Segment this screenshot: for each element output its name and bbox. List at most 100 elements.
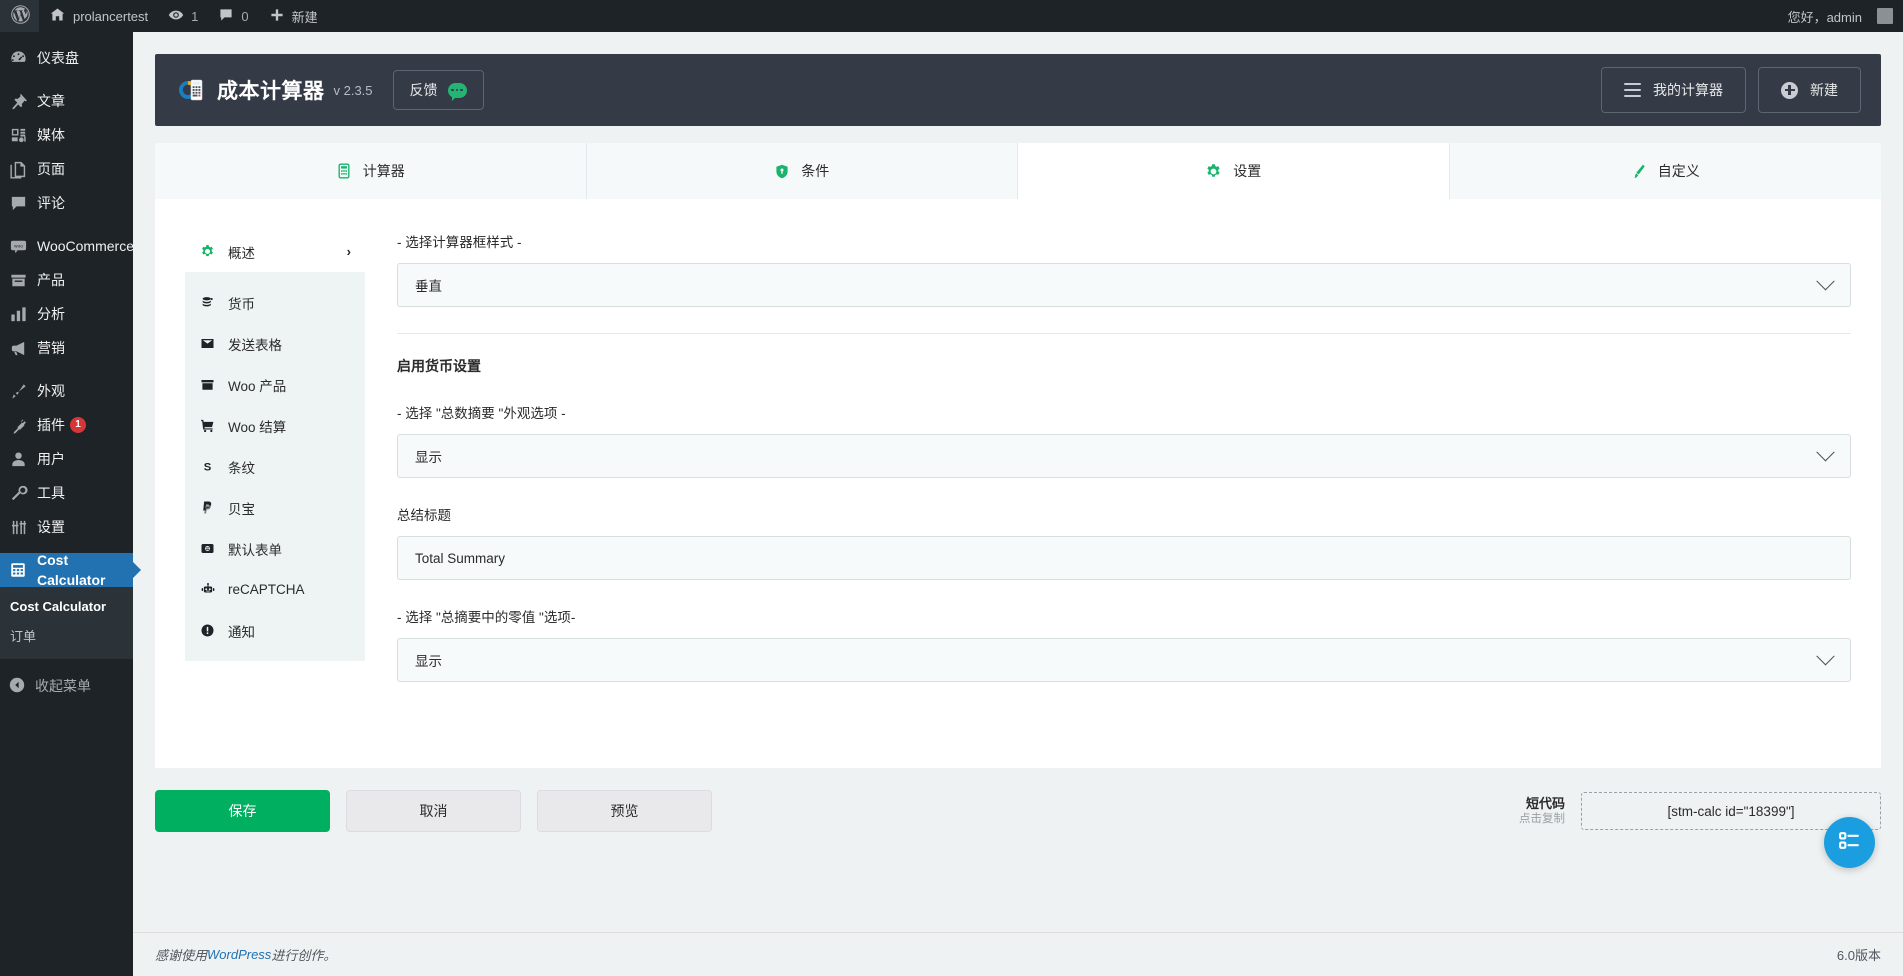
hamburger-icon [1624,82,1641,98]
zero-values-label: - 选择 "总摘要中的零值 "选项- [397,610,576,625]
sidebar-item-products[interactable]: 产品 [0,263,133,297]
menu-spacer-2 [0,220,133,229]
sidebar-label: 工具 [37,485,65,501]
new-calculator-label: 新建 [1810,82,1838,98]
sidebar-item-users[interactable]: 用户 [0,442,133,476]
sidebar-item-settings[interactable]: 设置 [0,510,133,544]
sidebar-item-appearance[interactable]: 外观 [0,374,133,408]
tab-conditions[interactable]: 条件 [586,143,1018,199]
settings-nav-item-send-form[interactable]: 发送表格 [185,323,365,364]
comments-button[interactable]: 0 [208,0,258,32]
shortcode-hint: 点击复制 [1519,812,1565,825]
shortcode-area: 短代码 点击复制 [stm-calc id="18399"] [1519,792,1881,830]
settings-nav-item-overview[interactable]: 概述 › [185,231,365,272]
feedback-button[interactable]: 反馈 [392,70,484,110]
envelope-icon [199,336,216,351]
cancel-button[interactable]: 取消 [346,790,521,832]
shortcode-labels: 短代码 点击复制 [1519,796,1565,827]
settings-nav-item-notifications[interactable]: 通知 [185,610,365,651]
sidebar-item-cost-calculator[interactable]: Cost Calculator [0,552,141,588]
paypal-icon [199,500,216,515]
dashboard-icon [8,48,28,68]
settings-nav-sublist: 货币 发送表格 Woo 产品 Woo 结算 S 条纹 贝宝 默认表单 reCAP… [185,272,365,661]
settings-nav-item-woo-checkout[interactable]: Woo 结算 [185,405,365,446]
updates-button[interactable]: 1 [158,0,208,32]
settings-nav-label: 发送表格 [228,337,282,353]
summary-title-input[interactable]: Total Summary [397,536,1851,580]
gear-icon [199,244,216,259]
sidebar-submenu-cost-calculator: Cost Calculator 订单 [0,587,133,659]
calculator-icon [336,163,352,179]
settings-nav-item-paypal[interactable]: 贝宝 [185,487,365,528]
settings-nav-label: reCAPTCHA [228,582,305,597]
settings-nav: 概述 › 货币 发送表格 Woo 产品 Woo 结算 S 条纹 贝宝 默认表单 … [185,231,365,708]
sidebar-item-plugins[interactable]: 插件 1 [0,408,133,442]
wordpress-logo-button[interactable] [0,0,39,32]
settings-nav-item-woo-products[interactable]: Woo 产品 [185,364,365,405]
form-icon [199,541,216,556]
pages-icon [8,159,28,179]
calculator-style-select[interactable]: 垂直 [397,263,1851,307]
field-calculator-style: - 选择计算器框样式 - 垂直 [397,231,1851,307]
howdy-label: 您好，admin [1787,9,1862,25]
chat-bubble-icon [447,82,467,101]
settings-nav-item-currency[interactable]: 货币 [185,282,365,323]
settings-icon [8,517,28,537]
new-calculator-button[interactable]: 新建 [1758,67,1861,113]
home-icon [49,6,66,26]
footer-thanks-suffix: 进行创作。 [271,948,337,963]
sidebar-label: 评论 [37,195,65,211]
settings-nav-label: 条纹 [228,460,255,476]
sidebar-label: 营销 [37,340,65,356]
tab-label: 自定义 [1657,163,1700,179]
submenu-item-orders[interactable]: 订单 [0,620,133,651]
sidebar-item-posts[interactable]: 文章 [0,84,133,118]
settings-nav-item-default-form[interactable]: 默认表单 [185,528,365,569]
admin-bar: prolancertest 1 0 新建 您好，admin [0,0,1903,32]
pin-icon [8,91,28,111]
brush-icon [1631,163,1647,180]
site-name-button[interactable]: prolancertest [39,0,158,32]
sidebar-label: 仪表盘 [37,50,79,66]
comment-icon [218,7,234,26]
settings-nav-item-recaptcha[interactable]: reCAPTCHA [185,569,365,610]
settings-nav-label: Woo 结算 [228,419,287,435]
sidebar-label: 插件 [37,417,65,433]
media-icon [8,125,28,145]
sidebar-label: Cost Calculator [37,552,106,588]
preview-button[interactable]: 预览 [537,790,712,832]
summary-appearance-select[interactable]: 显示 [397,434,1851,478]
menu-spacer-top [0,32,133,41]
support-widget-button[interactable] [1824,817,1875,868]
tab-label: 计算器 [362,163,405,179]
sidebar-item-pages[interactable]: 页面 [0,152,133,186]
collapse-icon [8,676,26,697]
submenu-item-cost-calculator[interactable]: Cost Calculator [0,593,133,620]
my-calculators-button[interactable]: 我的计算器 [1601,67,1746,113]
sidebar-item-comments[interactable]: 评论 [0,186,133,220]
settings-panel: 概述 › 货币 发送表格 Woo 产品 Woo 结算 S 条纹 贝宝 默认表单 … [155,199,1881,768]
sidebar-item-dashboard[interactable]: 仪表盘 [0,41,133,75]
shortcode-title: 短代码 [1525,795,1565,811]
save-button[interactable]: 保存 [155,790,330,832]
tab-calculator[interactable]: 计算器 [155,143,587,199]
my-account-button[interactable]: 您好，admin [1778,0,1903,32]
sidebar-label: 页面 [37,161,65,177]
settings-nav-item-stripe[interactable]: S 条纹 [185,446,365,487]
sidebar-item-woocommerce[interactable]: woo WooCommerce [0,229,134,263]
tab-customize[interactable]: 自定义 [1449,143,1881,199]
sidebar-item-tools[interactable]: 工具 [0,476,133,510]
tab-settings[interactable]: 设置 [1018,143,1450,199]
sidebar-item-media[interactable]: 媒体 [0,118,133,152]
new-content-button[interactable]: 新建 [259,0,328,32]
collapse-menu-button[interactable]: 收起菜单 [0,669,133,703]
sidebar-item-marketing[interactable]: 营销 [0,331,133,365]
sidebar-label: 产品 [37,272,65,288]
zero-values-select[interactable]: 显示 [397,638,1851,682]
wordpress-link[interactable]: WordPress [207,947,271,962]
calculator-icon [8,560,28,580]
tab-label: 设置 [1233,163,1262,179]
products-icon [8,270,28,290]
menu-spacer-1 [0,75,133,84]
sidebar-item-analytics[interactable]: 分析 [0,297,133,331]
